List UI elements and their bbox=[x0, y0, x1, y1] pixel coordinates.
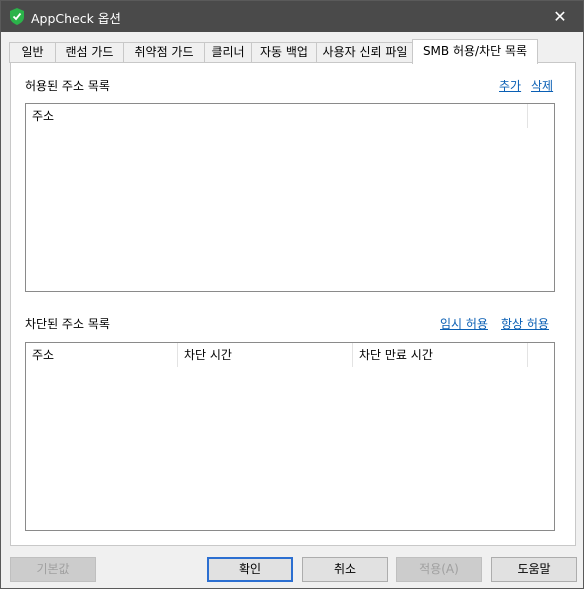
defaults-button[interactable]: 기본값 bbox=[10, 557, 96, 582]
help-button[interactable]: 도움말 bbox=[491, 557, 577, 582]
options-window: AppCheck 옵션 ✕ 일반 랜섬 가드 취약점 가드 클리너 자동 백업 … bbox=[0, 0, 584, 589]
tab-auto-backup[interactable]: 자동 백업 bbox=[251, 42, 317, 63]
column-header-address[interactable]: 주소 bbox=[26, 104, 528, 128]
tab-trusted-files[interactable]: 사용자 신뢰 파일 bbox=[316, 42, 414, 63]
window-title: AppCheck 옵션 bbox=[31, 11, 121, 26]
add-link[interactable]: 추가 bbox=[499, 77, 521, 94]
column-header-address[interactable]: 주소 bbox=[26, 343, 178, 367]
column-header-block-expiry-time[interactable]: 차단 만료 시간 bbox=[353, 343, 528, 367]
appcheck-shield-icon bbox=[10, 8, 24, 25]
tab-smb-allow-block[interactable]: SMB 허용/차단 목록 bbox=[412, 39, 538, 64]
close-icon: ✕ bbox=[553, 7, 567, 26]
ok-button[interactable]: 확인 bbox=[207, 557, 293, 582]
cancel-button[interactable]: 취소 bbox=[302, 557, 388, 582]
temporary-allow-link[interactable]: 임시 허용 bbox=[440, 315, 488, 332]
tab-general[interactable]: 일반 bbox=[9, 42, 56, 63]
delete-link[interactable]: 삭제 bbox=[531, 77, 553, 94]
tab-vulnerability-guard[interactable]: 취약점 가드 bbox=[123, 42, 205, 63]
allowed-list-title: 허용된 주소 목록 bbox=[25, 79, 110, 93]
column-header-block-time[interactable]: 차단 시간 bbox=[178, 343, 353, 367]
always-allow-link[interactable]: 항상 허용 bbox=[501, 315, 549, 332]
tab-ransom-guard[interactable]: 랜섬 가드 bbox=[55, 42, 124, 63]
title-bar[interactable]: AppCheck 옵션 ✕ bbox=[1, 1, 583, 32]
tab-cleaner[interactable]: 클리너 bbox=[204, 42, 252, 63]
blocked-address-list[interactable]: 주소 차단 시간 차단 만료 시간 bbox=[25, 342, 555, 531]
blocked-list-title: 차단된 주소 목록 bbox=[25, 317, 110, 331]
allowed-address-list[interactable]: 주소 bbox=[25, 103, 555, 292]
close-button[interactable]: ✕ bbox=[537, 1, 583, 32]
apply-button[interactable]: 적용(A) bbox=[396, 557, 482, 582]
